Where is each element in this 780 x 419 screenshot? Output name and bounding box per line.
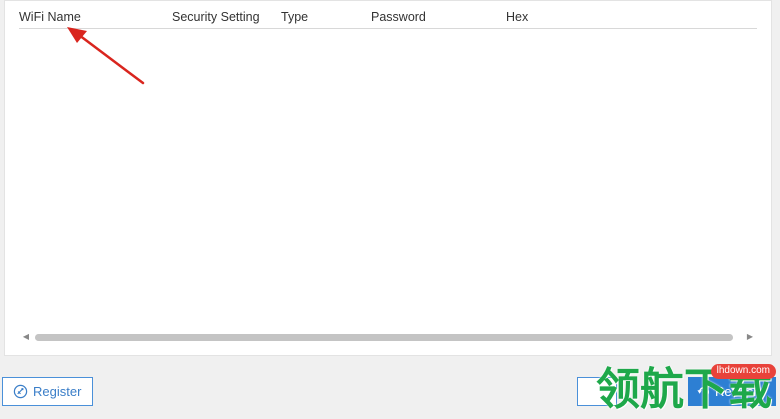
scroll-track[interactable] — [35, 334, 733, 341]
register-label: Register — [33, 384, 82, 399]
scroll-left-arrow[interactable]: ◀ — [21, 332, 31, 341]
refresh-icon — [697, 386, 710, 397]
column-header-wifi-name[interactable]: WiFi Name — [19, 10, 81, 24]
wifi-table-panel: WiFi Name Security Setting Type Password… — [4, 0, 772, 356]
secondary-button[interactable] — [577, 377, 617, 406]
column-header-password[interactable]: Password — [371, 10, 426, 24]
scroll-thumb[interactable] — [35, 334, 733, 341]
refresh-label: Refresh — [715, 384, 761, 399]
column-header-hex[interactable]: Hex — [506, 10, 528, 24]
register-button[interactable]: Register — [2, 377, 93, 406]
scroll-right-arrow[interactable]: ▶ — [745, 332, 755, 341]
app-window: WiFi Name Security Setting Type Password… — [0, 0, 780, 419]
register-icon — [13, 384, 28, 399]
horizontal-scrollbar[interactable]: ◀ ▶ — [21, 331, 755, 343]
refresh-button[interactable]: Refresh — [688, 377, 776, 406]
red-arrow-annotation — [67, 27, 145, 85]
column-header-security-setting[interactable]: Security Setting — [172, 10, 260, 24]
column-header-type[interactable]: Type — [281, 10, 308, 24]
